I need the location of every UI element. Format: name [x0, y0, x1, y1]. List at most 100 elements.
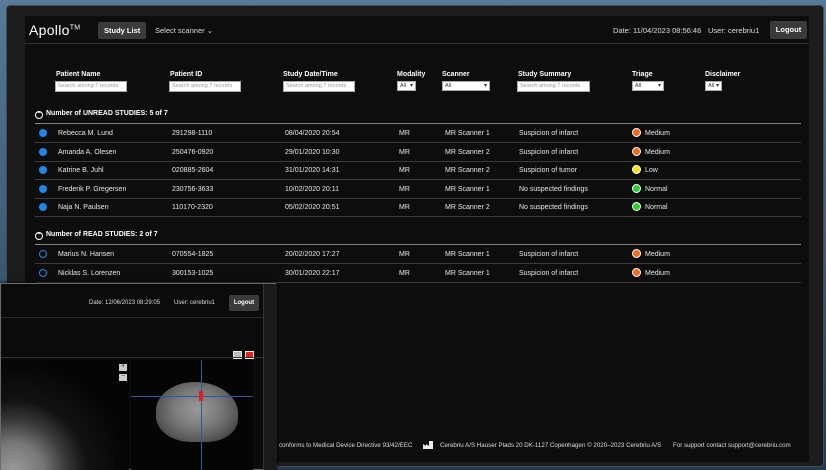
logout-button[interactable]: Logout [770, 21, 807, 39]
cell-date: 20/02/2020 17:27 [285, 251, 340, 258]
cell-scanner: MR Scanner 2 [445, 167, 490, 174]
cell-summary: Suspicion of tumor [519, 167, 577, 174]
status-dot-icon [39, 166, 47, 174]
cell-id: 230756-3633 [172, 185, 214, 193]
table-row[interactable]: Marius N. Hansen 070554-1825 20/02/2020 17… [35, 245, 801, 264]
app-logo: ApolloTM [29, 22, 81, 38]
sagittal-mri-image[interactable] [131, 360, 253, 470]
cell-scanner: MR Scanner 2 [445, 204, 490, 211]
triage-dot-icon [632, 146, 641, 156]
zoom-in-button[interactable]: + [119, 363, 127, 371]
cell-summary: Suspicion of infarct [519, 148, 579, 156]
read-section-toggle[interactable]: ⌃ Number of READ STUDIES: 2 of 7 [35, 231, 158, 240]
cell-triage: Normal [645, 204, 668, 211]
status-dot-icon [39, 250, 47, 258]
viewer-top-bar: Date: 12/06/2023 08:29:05 User: cerebriu… [1, 284, 265, 318]
cell-name: Katrine B. Juhl [58, 167, 104, 174]
table-row[interactable]: Frederik P. Gregersen 230756-3633 10/02/20… [35, 180, 801, 199]
triage-dot-icon [632, 165, 641, 174]
cell-name: Naja N. Paulsen [58, 204, 109, 211]
viewer-divider [1, 357, 263, 358]
cell-modality: MR [399, 269, 410, 277]
table-row[interactable]: Nicklas S. Lorenzen 300153-1025 30/01/2020… [35, 264, 801, 283]
cell-scanner: MR Scanner 1 [445, 269, 490, 277]
cell-modality: MR [399, 167, 410, 174]
triage-dot-icon [632, 183, 641, 193]
study-date-search[interactable]: Search among 7 records [283, 81, 355, 92]
disclaimer-select[interactable]: All [705, 81, 722, 91]
patient-id-search[interactable]: Search among 7 records [169, 81, 241, 92]
top-bar: ApolloTM Study List Select scanner ⌄ Dat… [25, 16, 809, 44]
cell-triage: Medium [645, 130, 670, 137]
cell-scanner: MR Scanner 1 [445, 185, 490, 193]
chevron-up-icon: ⌃ [35, 111, 43, 119]
zoom-out-button[interactable]: − [119, 373, 127, 381]
table-row[interactable]: Katrine B. Juhl 020885-2604 31/01/2020 14:… [35, 161, 801, 180]
cell-date: 31/01/2020 14:31 [285, 167, 340, 174]
brain-scan [156, 382, 238, 442]
cell-modality: MR [399, 148, 410, 156]
cell-triage: Normal [645, 185, 668, 193]
cell-summary: Suspicion of infarct [519, 269, 579, 277]
study-list-tab[interactable]: Study List [98, 22, 147, 39]
cell-modality: MR [399, 130, 410, 137]
patient-name-search[interactable]: Search among 7 records [55, 81, 127, 92]
finding-marker [199, 391, 203, 401]
table-row[interactable]: Amanda A. Olesen 250476-0920 29/01/2020 10… [35, 143, 801, 162]
cell-date: 30/01/2020 22:17 [285, 269, 340, 277]
viewer-logout-button[interactable]: Logout [229, 295, 259, 311]
status-dot-icon [39, 147, 47, 156]
user-display: User: cerebriu1 [708, 26, 760, 35]
patient-name-header[interactable]: Patient Name [56, 71, 100, 78]
viewer-window: Date: 12/06/2023 08:29:05 User: cerebriu… [0, 283, 277, 470]
cell-id: 070554-1825 [172, 251, 214, 258]
status-dot-icon [39, 268, 47, 277]
patient-id-header[interactable]: Patient ID [170, 71, 202, 78]
cell-name: Amanda A. Olesen [58, 148, 117, 156]
cell-id: 291298-1110 [172, 130, 213, 137]
modality-select[interactable]: All [397, 81, 416, 91]
cell-scanner: MR Scanner 1 [445, 130, 490, 137]
crosshair-vertical [201, 360, 202, 470]
cell-scanner: MR Scanner 1 [445, 251, 490, 258]
cell-id: 020885-2604 [172, 167, 214, 174]
triage-dot-icon [632, 202, 641, 211]
triage-dot-icon [632, 249, 641, 258]
footer-support: For support contact support@cerebriu.com [673, 442, 791, 449]
cell-id: 110170-2320 [172, 204, 213, 211]
scanner-select[interactable]: Select scanner ⌄ [155, 26, 213, 35]
status-dot-icon [39, 203, 47, 211]
cell-scanner: MR Scanner 2 [445, 148, 490, 156]
cell-name: Marius N. Hansen [58, 251, 115, 258]
viewer-user-display: User: cerebriu1 [174, 300, 216, 306]
cell-name: Nicklas S. Lorenzen [58, 269, 121, 277]
cell-summary: Suspicion of infarct [519, 251, 579, 258]
axial-mri-image[interactable] [1, 360, 129, 470]
triage-select[interactable]: All [632, 81, 664, 91]
scanner-filter-select[interactable]: All [442, 81, 490, 91]
footer-directive: conforms to Medical Device Directive 93/… [279, 442, 413, 449]
cell-triage: Low [645, 167, 658, 174]
cell-id: 300153-1025 [172, 269, 214, 277]
crosshair-horizontal [131, 396, 253, 397]
scanner-header[interactable]: Scanner [442, 71, 470, 78]
cell-date: 05/02/2020 20:51 [285, 204, 340, 211]
footer-company: Cerebriu A/S Hauser Plads 20 DK-1127 Cop… [440, 442, 662, 449]
viewer-date-display: Date: 12/06/2023 08:29:05 [89, 300, 161, 306]
unread-section-toggle[interactable]: ⌃ Number of UNREAD STUDIES: 5 of 7 [35, 110, 168, 119]
chevron-up-icon: ⌃ [35, 232, 43, 240]
study-date-header[interactable]: Study Date/Time [283, 71, 338, 78]
cell-modality: MR [399, 185, 410, 193]
triage-dot-icon [632, 267, 641, 277]
manufacturer-icon [423, 441, 433, 449]
viewer-scrollbar[interactable] [263, 284, 277, 470]
table-row[interactable]: Rebecca M. Lund 291298-1110 08/04/2020 20:… [35, 124, 801, 143]
chevron-down-icon: ⌄ [206, 26, 214, 35]
study-summary-header[interactable]: Study Summary [518, 71, 571, 78]
study-summary-search[interactable]: Search among 7 records [517, 81, 590, 92]
disclaimer-header[interactable]: Disclaimer [705, 71, 740, 78]
modality-header[interactable]: Modality [397, 71, 425, 78]
triage-header[interactable]: Triage [632, 71, 653, 78]
cell-summary: No suspected findings [519, 185, 588, 193]
table-row[interactable]: Naja N. Paulsen 110170-2320 05/02/2020 20:… [35, 198, 801, 217]
